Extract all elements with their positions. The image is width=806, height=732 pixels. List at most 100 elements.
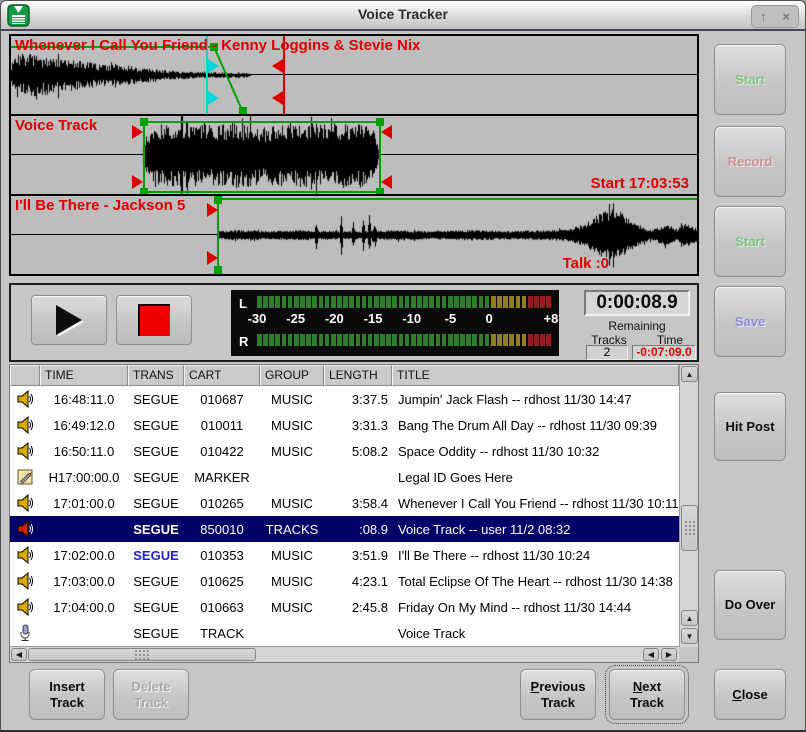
cell-time: 16:50:11.0 bbox=[40, 444, 128, 459]
meter-segment bbox=[380, 334, 385, 346]
meter-segment bbox=[263, 334, 268, 346]
cell-cart: 850010 bbox=[184, 522, 260, 537]
meter-tick: -25 bbox=[286, 311, 305, 326]
meter-segment bbox=[337, 296, 342, 308]
start-marker-triangle[interactable] bbox=[132, 175, 143, 189]
cell-cart: TRACK bbox=[184, 626, 260, 641]
table-row[interactable]: SEGUE 850010 TRACKS :08.9 Voice Track --… bbox=[10, 516, 679, 542]
cell-cart: 010265 bbox=[184, 496, 260, 511]
meter-segment bbox=[257, 334, 262, 346]
table-row[interactable]: 16:48:11.0 SEGUE 010687 MUSIC 3:37.5 Jum… bbox=[10, 386, 679, 412]
fade-handle[interactable] bbox=[214, 266, 222, 274]
header-title[interactable]: TITLE bbox=[392, 365, 679, 386]
table-row[interactable]: H17:00:00.0 SEGUE MARKER Legal ID Goes H… bbox=[10, 464, 679, 490]
cell-length: :08.9 bbox=[324, 522, 392, 537]
play-button[interactable] bbox=[31, 295, 107, 345]
segue-start-marker-triangle[interactable] bbox=[208, 91, 219, 105]
horizontal-scrollbar[interactable]: ◀ ◀ ▶ bbox=[10, 646, 679, 662]
cell-title: Legal ID Goes Here bbox=[392, 470, 679, 485]
table-row[interactable]: SEGUE TRACK Voice Track bbox=[10, 620, 679, 646]
table-row[interactable]: 17:02:00.0 SEGUE 010353 MUSIC 3:51.9 I'l… bbox=[10, 542, 679, 568]
vertical-scrollbar[interactable]: ▲ ▲ ▼ bbox=[679, 365, 698, 647]
segue-start-marker-triangle[interactable] bbox=[208, 59, 219, 73]
cell-trans: SEGUE bbox=[128, 522, 184, 537]
fade-handle[interactable] bbox=[239, 107, 247, 114]
header-group[interactable]: GROUP bbox=[260, 365, 324, 386]
close-button[interactable]: Close bbox=[714, 669, 786, 720]
region-handle[interactable] bbox=[140, 118, 148, 126]
shade-window-icon[interactable]: ↑ bbox=[760, 7, 767, 26]
save-label: Save bbox=[735, 314, 765, 330]
hit-post-button[interactable]: Hit Post bbox=[714, 392, 786, 461]
speaker-icon bbox=[10, 598, 40, 616]
close-window-icon[interactable]: × bbox=[782, 7, 790, 26]
voice-tracker-window: Voice Tracker ↑ × Whenever I Call You Fr… bbox=[0, 0, 806, 732]
scroll-left-button-2[interactable]: ◀ bbox=[643, 648, 659, 661]
scroll-up-button[interactable]: ▲ bbox=[681, 366, 698, 382]
fade-envelope-line[interactable] bbox=[214, 47, 243, 112]
end-marker-triangle[interactable] bbox=[381, 125, 392, 139]
track-1-title: Whenever I Call You Friend - Kenny Loggi… bbox=[15, 37, 420, 54]
record-button[interactable]: Record bbox=[714, 126, 786, 197]
region-handle[interactable] bbox=[376, 118, 384, 126]
table-row[interactable]: 17:01:00.0 SEGUE 010265 MUSIC 3:58.4 Whe… bbox=[10, 490, 679, 516]
delete-track-label: Delete bbox=[131, 679, 170, 695]
meter-tick: -20 bbox=[325, 311, 344, 326]
transport-panel: L -30-25-20-15-10-50+8 R 0:00:08.9 Remai… bbox=[9, 283, 699, 362]
header-icon-col[interactable] bbox=[10, 365, 40, 386]
end-marker-triangle[interactable] bbox=[272, 59, 283, 73]
meter-segment bbox=[497, 296, 502, 308]
cell-cart: 010687 bbox=[184, 392, 260, 407]
meter-segment bbox=[546, 296, 551, 308]
cell-group: MUSIC bbox=[260, 600, 324, 615]
meter-segment bbox=[368, 296, 373, 308]
header-trans[interactable]: TRANS bbox=[128, 365, 184, 386]
header-cart[interactable]: CART bbox=[184, 365, 260, 386]
fade-handle[interactable] bbox=[214, 196, 222, 204]
meter-tick: -5 bbox=[445, 311, 457, 326]
meter-segment bbox=[399, 296, 404, 308]
meter-segment bbox=[466, 296, 471, 308]
insert-track-button[interactable]: Insert Track bbox=[29, 669, 105, 720]
scroll-up-button-2[interactable]: ▲ bbox=[681, 610, 698, 626]
header-length[interactable]: LENGTH bbox=[324, 365, 392, 386]
table-row[interactable]: 16:50:11.0 SEGUE 010422 MUSIC 5:08.2 Spa… bbox=[10, 438, 679, 464]
table-row[interactable]: 17:04:00.0 SEGUE 010663 MUSIC 2:45.8 Fri… bbox=[10, 594, 679, 620]
table-row[interactable]: 16:49:12.0 SEGUE 010011 MUSIC 3:31.3 Ban… bbox=[10, 412, 679, 438]
start-1-button[interactable]: Start bbox=[714, 44, 786, 115]
start-marker-triangle[interactable] bbox=[207, 203, 218, 217]
save-button[interactable]: Save bbox=[714, 286, 786, 357]
cell-time: 17:02:00.0 bbox=[40, 548, 128, 563]
table-row[interactable]: 17:03:00.0 SEGUE 010625 MUSIC 4:23.1 Tot… bbox=[10, 568, 679, 594]
delete-track-button[interactable]: Delete Track bbox=[113, 669, 189, 720]
stop-icon bbox=[138, 304, 170, 336]
scroll-left-button[interactable]: ◀ bbox=[11, 648, 27, 661]
meter-segment bbox=[325, 296, 330, 308]
speaker-icon bbox=[10, 442, 40, 460]
meter-tick: -30 bbox=[248, 311, 267, 326]
voice-track-region-outline[interactable] bbox=[144, 122, 380, 192]
titlebar[interactable]: Voice Tracker ↑ × bbox=[1, 1, 805, 31]
do-over-button[interactable]: Do Over bbox=[714, 570, 786, 640]
cell-group: MUSIC bbox=[260, 418, 324, 433]
start-marker-triangle[interactable] bbox=[132, 125, 143, 139]
previous-track-button[interactable]: Previous Track bbox=[520, 669, 596, 720]
start-2-button[interactable]: Start bbox=[714, 206, 786, 277]
end-marker-triangle[interactable] bbox=[381, 175, 392, 189]
meter-segment bbox=[269, 296, 274, 308]
cell-trans: SEGUE bbox=[128, 470, 184, 485]
hit-post-label: Hit Post bbox=[725, 419, 774, 435]
meter-tick: -10 bbox=[402, 311, 421, 326]
meter-left-strip bbox=[257, 296, 551, 308]
end-marker-triangle[interactable] bbox=[272, 91, 283, 105]
vertical-scroll-thumb[interactable] bbox=[681, 505, 698, 551]
header-time[interactable]: TIME bbox=[40, 365, 128, 386]
scroll-down-button[interactable]: ▼ bbox=[681, 628, 698, 644]
meter-segment bbox=[362, 296, 367, 308]
meter-segment bbox=[331, 334, 336, 346]
scroll-right-button[interactable]: ▶ bbox=[661, 648, 677, 661]
next-track-button[interactable]: Next Track bbox=[609, 669, 685, 720]
stop-button[interactable] bbox=[116, 295, 192, 345]
start-marker-triangle[interactable] bbox=[207, 251, 218, 265]
horizontal-scroll-thumb[interactable] bbox=[28, 648, 256, 661]
